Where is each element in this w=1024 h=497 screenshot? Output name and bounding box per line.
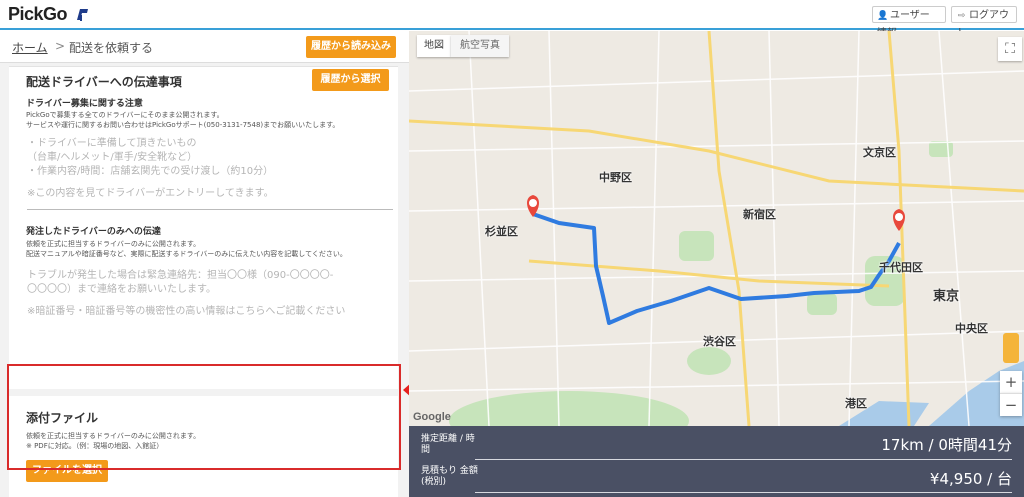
price-value: ¥4,950 / 台 xyxy=(929,470,1012,488)
truck-logo-icon xyxy=(76,9,88,21)
ward-label-suginami: 杉並区 xyxy=(485,225,518,238)
ward-label-shibuya: 渋谷区 xyxy=(703,335,736,348)
distance-label: 推定距離 / 時間 xyxy=(421,434,475,455)
ward-label-chiyoda: 千代田区 xyxy=(879,261,923,274)
logout-icon: ⇨ xyxy=(957,11,966,21)
ward-label-tokyo: 東京 xyxy=(933,289,960,304)
highlight-box xyxy=(7,364,401,470)
recruit-placeholder-1: ・ドライバーに準備して頂きたいもの xyxy=(27,138,197,149)
assigned-placeholder-2: 〇〇〇〇）まで連絡をお願いいたします。 xyxy=(27,284,216,295)
pegman-icon[interactable] xyxy=(1003,333,1019,363)
load-history-button[interactable]: 履歴から読み込み xyxy=(306,36,396,58)
price-divider xyxy=(475,492,1012,493)
breadcrumb-current: 配送を依頼する xyxy=(69,41,154,55)
recruit-textarea-underline xyxy=(27,209,393,210)
recruit-placeholder-4: ※この内容を見てドライバーがエントリーしてきます。 xyxy=(27,188,274,199)
breadcrumb: ホーム > 配送を依頼する 履歴から読み込み xyxy=(0,30,409,63)
ward-label-minato: 港区 xyxy=(845,397,867,410)
select-history-button[interactable]: 履歴から選択 xyxy=(312,69,389,91)
assigned-note-2: 配送マニュアルや暗証番号など、実際に配送するドライバーのみに伝えたい内容を記載し… xyxy=(26,250,347,258)
route-map[interactable]: 地図 航空写真 ⛶ 中野区 杉並区 新宿区 文京区 千代田区 東京 中央区 渋谷… xyxy=(409,31,1024,426)
ward-label-bunkyo: 文京区 xyxy=(863,146,896,159)
fullscreen-icon[interactable]: ⛶ xyxy=(998,37,1022,61)
breadcrumb-separator: > xyxy=(55,39,66,53)
zoom-in-button[interactable]: + xyxy=(1000,371,1022,393)
instructions-title: 配送ドライバーへの伝達事項 xyxy=(26,75,182,89)
recruit-placeholder-2: （台車/ヘルメット/軍手/安全靴など） xyxy=(27,152,198,163)
recruit-note-2: サービスや運行に関するお問い合わせはPickGoサポート(050-3131-75… xyxy=(26,121,340,129)
top-header: PickGo 👤ユーザー情報 ⇨ログアウト xyxy=(0,0,1024,39)
user-info-button[interactable]: 👤ユーザー情報 xyxy=(872,6,946,39)
assigned-placeholder-3: ※暗証番号・暗証番号等の機密性の高い情報はこちらへご記載ください xyxy=(27,306,346,317)
price-label: 見積もり 金額(税別) xyxy=(421,466,478,487)
ward-label-chuo: 中央区 xyxy=(955,322,988,335)
assigned-textarea[interactable]: トラブルが発生した場合は緊急連絡先：担当〇〇様（090-〇〇〇〇- 〇〇〇〇）ま… xyxy=(25,265,393,355)
assigned-heading: 発注したドライバーのみへの伝達 xyxy=(26,227,161,237)
recruit-placeholder-3: ・作業内容/時間：店舗玄関先での受け渡し（約10分） xyxy=(27,166,274,177)
estimate-summary: 推定距離 / 時間 17km / 0時間41分 見積もり 金額(税別) ¥4,9… xyxy=(409,426,1024,497)
google-attribution: Google xyxy=(413,411,451,423)
ward-label-shinjuku: 新宿区 xyxy=(743,208,776,221)
distance-divider xyxy=(475,459,1012,460)
driver-instructions-card: 配送ドライバーへの伝達事項 履歴から選択 ドライバー募集に関する注意 PickG… xyxy=(9,66,398,389)
user-icon: 👤 xyxy=(877,11,889,21)
logout-button[interactable]: ⇨ログアウト xyxy=(951,6,1017,39)
assigned-placeholder-1: トラブルが発生した場合は緊急連絡先：担当〇〇様（090-〇〇〇〇- xyxy=(27,270,334,281)
logo-text: PickGo xyxy=(8,4,68,24)
distance-value: 17km / 0時間41分 xyxy=(881,436,1012,454)
zoom-out-button[interactable]: − xyxy=(1000,393,1022,416)
tab-map[interactable]: 地図 xyxy=(417,35,451,57)
pickgo-logo[interactable]: PickGo xyxy=(8,4,89,25)
next-card-edge xyxy=(9,482,398,497)
tab-aerial[interactable]: 航空写真 xyxy=(451,35,509,57)
breadcrumb-home-link[interactable]: ホーム xyxy=(12,39,48,56)
recruit-textarea[interactable]: ・ドライバーに準備して頂きたいもの （台車/ヘルメット/軍手/安全靴など） ・作… xyxy=(25,133,393,203)
recruit-heading: ドライバー募集に関する注意 xyxy=(26,99,143,109)
ward-label-nakano: 中野区 xyxy=(599,171,632,184)
